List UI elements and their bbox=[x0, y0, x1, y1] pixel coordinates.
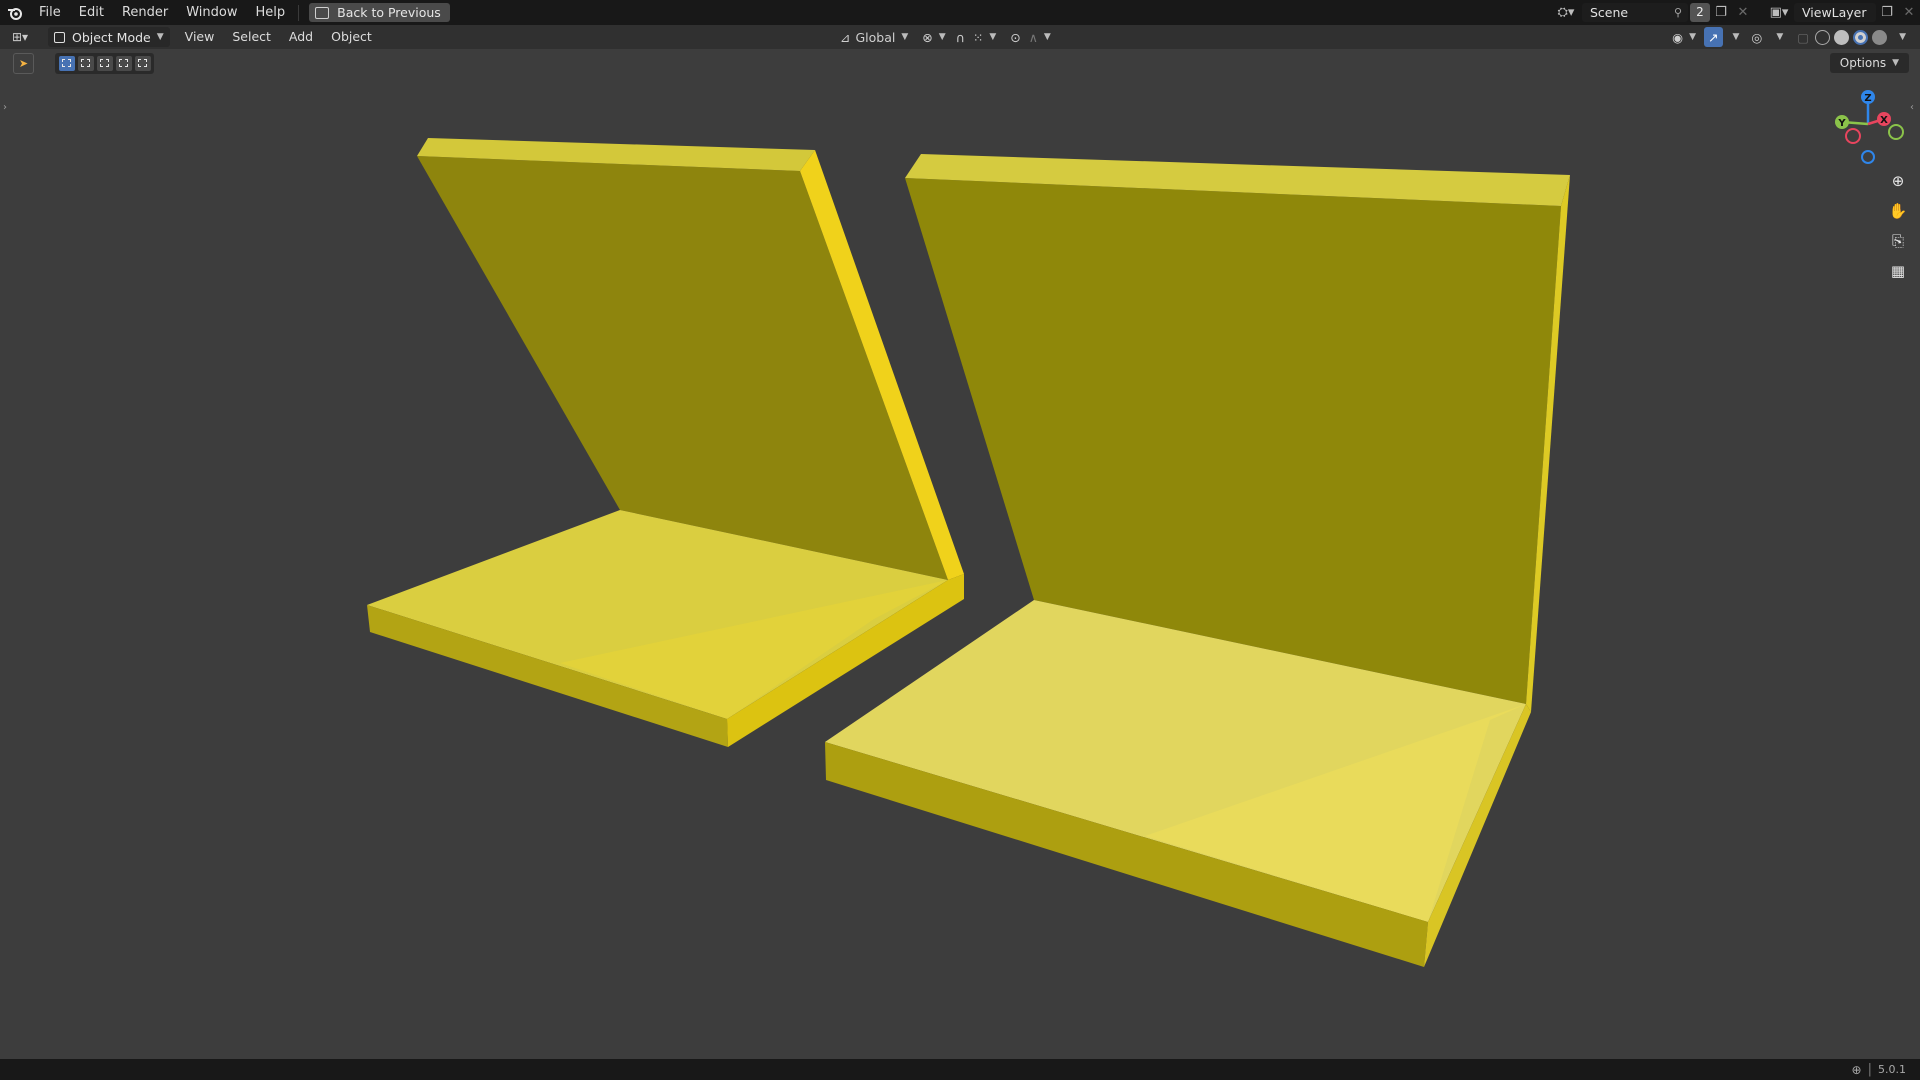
chevron-down-icon: ▼ bbox=[1776, 32, 1784, 42]
new-view-layer-icon[interactable]: ❐ bbox=[1876, 3, 1898, 22]
top-bar: File Edit Render Window Help Back to Pre… bbox=[0, 0, 1920, 25]
chevron-down-icon: ▼ bbox=[1689, 32, 1697, 42]
transform-orientation-dropdown[interactable]: ⊿ Global ▼ bbox=[836, 27, 912, 47]
scene-name: Scene bbox=[1590, 5, 1629, 20]
z-axis-label: Z bbox=[1864, 93, 1871, 104]
select-invert-icon[interactable] bbox=[115, 55, 132, 71]
snap-toggle[interactable]: ∩ bbox=[952, 27, 969, 47]
blender-logo-icon[interactable] bbox=[0, 0, 30, 25]
perspective-toggle-icon[interactable]: ▦ bbox=[1884, 257, 1912, 285]
3d-viewport[interactable] bbox=[0, 77, 1920, 1059]
selection-mode-buttons bbox=[55, 52, 154, 74]
overlays-dropdown[interactable]: ▼ bbox=[1766, 27, 1787, 47]
select-tool-icon[interactable]: ➤ bbox=[13, 52, 34, 74]
object-mode-icon bbox=[54, 31, 65, 43]
menu-window[interactable]: Window bbox=[177, 0, 246, 25]
select-subtract-icon[interactable] bbox=[96, 55, 113, 71]
chevron-down-icon: ▼ bbox=[901, 32, 909, 42]
editor-type-icon[interactable]: ⊞▾ bbox=[12, 30, 40, 44]
chevron-down-icon: ▼ bbox=[989, 32, 997, 42]
rendered-shading-icon[interactable] bbox=[1872, 29, 1888, 45]
scene-type-icon[interactable]: ⛭▾ bbox=[1550, 3, 1582, 22]
menu-object[interactable]: Object bbox=[322, 25, 381, 49]
status-bar: ⊕ | 5.0.1 bbox=[0, 1059, 1920, 1080]
view-layer-name: ViewLayer bbox=[1802, 5, 1867, 20]
object-mode-label: Object Mode bbox=[72, 29, 151, 45]
viewport-display-tools: ◉ ▼ ↗ ▼ ◎ ▼ ▢ ▼ bbox=[1668, 25, 1910, 49]
overlays-toggle[interactable]: ◎ bbox=[1747, 27, 1766, 47]
tool-settings-row: ➤ bbox=[0, 49, 300, 77]
pin-icon[interactable]: ⚲ bbox=[1674, 6, 1682, 19]
menu-render[interactable]: Render bbox=[113, 0, 177, 25]
back-to-previous-button[interactable]: Back to Previous bbox=[309, 3, 450, 22]
neg-z-axis-handle[interactable] bbox=[1861, 150, 1875, 164]
scene-users-count[interactable]: 2 bbox=[1690, 3, 1710, 22]
back-icon bbox=[315, 6, 330, 19]
view-layer-field[interactable]: ViewLayer bbox=[1794, 3, 1876, 22]
scene-selector-area: ⛭▾ Scene ⚲ 2 ❐ ✕ ▣▾ ViewLayer ❐ ✕ bbox=[1550, 0, 1920, 25]
new-scene-icon[interactable]: ❐ bbox=[1710, 3, 1732, 22]
transform-orientation-label: Global bbox=[855, 29, 896, 45]
scene-name-field[interactable]: Scene ⚲ bbox=[1582, 3, 1688, 22]
select-new-icon[interactable] bbox=[58, 55, 75, 71]
proportional-edit-toggle[interactable]: ⊙ bbox=[1006, 27, 1024, 47]
options-label: Options bbox=[1839, 56, 1887, 70]
chevron-down-icon: ▼ bbox=[156, 32, 164, 42]
view-layer-type-icon[interactable]: ▣▾ bbox=[1764, 3, 1794, 22]
divider bbox=[298, 4, 300, 21]
menu-help[interactable]: Help bbox=[247, 0, 295, 25]
left-bracket-object[interactable] bbox=[367, 138, 964, 747]
transform-tools: ⊿ Global ▼ ⊗ ▼ ∩ ⁙ ▼ ⊙ ∧ ▼ bbox=[836, 25, 1055, 49]
object-mode-dropdown[interactable]: Object Mode ▼ bbox=[48, 27, 170, 47]
network-icon: ⊕ bbox=[1851, 1062, 1862, 1077]
proportional-falloff-dropdown[interactable]: ∧ ▼ bbox=[1025, 27, 1055, 47]
options-dropdown[interactable]: Options ▼ bbox=[1829, 53, 1909, 73]
menu-select[interactable]: Select bbox=[223, 25, 280, 49]
chevron-down-icon: ▼ bbox=[938, 32, 946, 42]
gizmo-dropdown[interactable]: ▼ bbox=[1723, 27, 1744, 47]
orientation-icon: ⊿ bbox=[840, 29, 851, 45]
snap-target-dropdown[interactable]: ⁙ ▼ bbox=[969, 27, 1000, 47]
delete-scene-icon[interactable]: ✕ bbox=[1732, 3, 1754, 22]
chevron-down-icon: ▼ bbox=[1899, 32, 1906, 42]
pivot-point-dropdown[interactable]: ⊗ ▼ bbox=[918, 27, 949, 47]
chevron-down-icon: ▼ bbox=[1043, 32, 1051, 42]
x-axis-label: X bbox=[1880, 115, 1888, 126]
select-extend-icon[interactable] bbox=[77, 55, 94, 71]
y-axis-label: Y bbox=[1837, 118, 1846, 129]
neg-x-axis-handle[interactable] bbox=[1845, 128, 1861, 144]
wireframe-shading-icon[interactable] bbox=[1815, 29, 1831, 45]
chevron-down-icon: ▼ bbox=[1892, 58, 1899, 68]
chevron-down-icon: ▼ bbox=[1732, 32, 1740, 42]
visibility-dropdown[interactable]: ◉ ▼ bbox=[1668, 27, 1700, 47]
navigation-gizmo[interactable]: Z Y X bbox=[1826, 88, 1918, 166]
solid-shading-icon[interactable] bbox=[1834, 29, 1850, 45]
menu-file[interactable]: File bbox=[30, 0, 70, 25]
pan-hand-icon[interactable]: ✋ bbox=[1884, 197, 1912, 225]
back-to-previous-label: Back to Previous bbox=[337, 5, 441, 20]
material-shading-icon[interactable] bbox=[1853, 29, 1869, 45]
separator: | bbox=[1867, 1062, 1872, 1077]
menu-view[interactable]: View bbox=[176, 25, 224, 49]
menu-add[interactable]: Add bbox=[280, 25, 322, 49]
gizmo-toggle[interactable]: ↗ bbox=[1704, 27, 1723, 47]
zoom-icon[interactable]: ⊕ bbox=[1884, 167, 1912, 195]
select-intersect-icon[interactable] bbox=[134, 55, 151, 71]
menu-edit[interactable]: Edit bbox=[70, 0, 113, 25]
camera-view-icon[interactable]: ⎘ bbox=[1884, 227, 1912, 255]
version-label: 5.0.1 bbox=[1878, 1063, 1906, 1076]
left-back-panel[interactable] bbox=[417, 156, 948, 580]
neg-y-axis-handle[interactable] bbox=[1888, 124, 1904, 140]
xray-toggle[interactable]: ▢ bbox=[1793, 27, 1813, 47]
shading-dropdown[interactable]: ▼ bbox=[1889, 27, 1910, 47]
delete-view-layer-icon[interactable]: ✕ bbox=[1898, 3, 1920, 22]
